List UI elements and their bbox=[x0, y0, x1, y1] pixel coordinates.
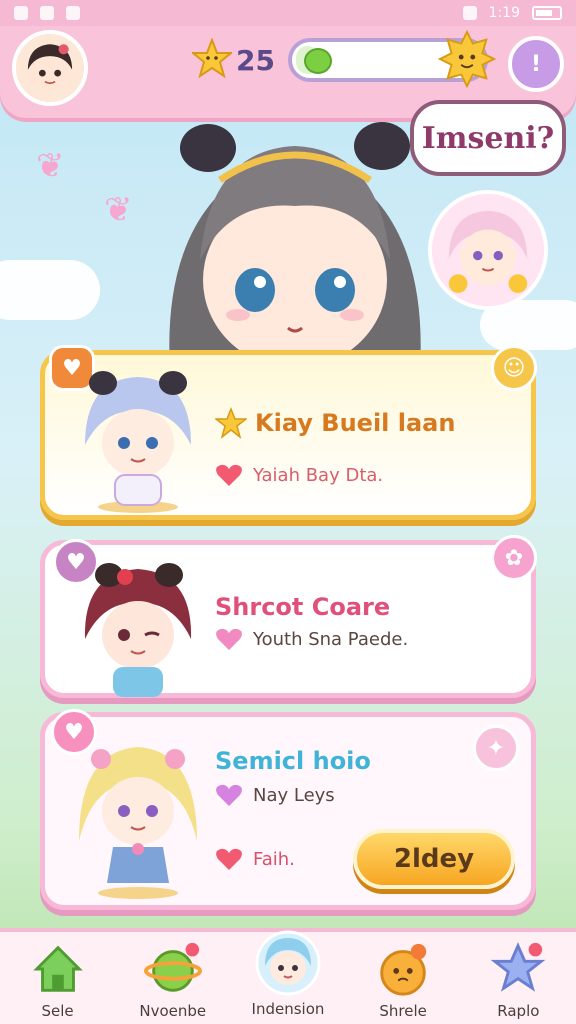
card-character bbox=[73, 731, 203, 901]
signal-icon bbox=[462, 6, 477, 20]
cloud-decoration bbox=[0, 260, 100, 320]
status-bar: 1:19 bbox=[0, 0, 576, 26]
status-right: 1:19 bbox=[462, 5, 562, 21]
nav-label: Nvoenbe bbox=[139, 1002, 207, 1020]
card-detail-text: Youth Sna Paede. bbox=[253, 628, 409, 650]
card-detail-text: Faih. bbox=[253, 848, 295, 870]
hero-character-illustration bbox=[169, 122, 421, 370]
smiley-badge-icon: ☺ bbox=[491, 345, 537, 391]
menu-button[interactable]: ! bbox=[508, 36, 564, 92]
mission-card-2[interactable]: ♥ ✿ Shrcot Coare Youth Sna Paede. bbox=[40, 535, 537, 698]
blonde-hair-character-icon bbox=[79, 747, 197, 899]
card-detail-row: Youth Sna Paede. bbox=[215, 627, 408, 651]
speech-bubble: Imseni? bbox=[410, 100, 566, 176]
status-left bbox=[14, 6, 80, 20]
silver-hair-character-icon bbox=[85, 371, 191, 513]
mission-card-1[interactable]: ♥ ☺ Kiay Bueil laan Yaiah Bay Dta. bbox=[40, 345, 537, 520]
butterfly-icon: ❦ bbox=[36, 146, 65, 186]
app-icon bbox=[66, 6, 80, 20]
star-count: 25 bbox=[236, 44, 275, 77]
nav-item-planet[interactable]: Nvoenbe bbox=[118, 940, 228, 1020]
star-icon bbox=[489, 940, 547, 998]
card-title: Semicl hoio bbox=[215, 747, 371, 775]
nav-item-star[interactable]: Raplo bbox=[463, 940, 573, 1020]
card-detail-row: Faih. bbox=[215, 847, 295, 871]
wifi-icon bbox=[40, 6, 54, 20]
mission-card-3[interactable]: ♥ ✦ Semicl hoio Nay Leys Faih. 2ldey bbox=[40, 709, 536, 910]
home-icon bbox=[29, 940, 87, 998]
sparkle-badge-icon: ✦ bbox=[473, 725, 519, 771]
nav-label: Indension bbox=[251, 1000, 325, 1018]
heart-icon bbox=[216, 848, 242, 870]
heart-icon bbox=[216, 784, 242, 806]
hero-character bbox=[150, 110, 440, 370]
star-currency-icon bbox=[192, 38, 232, 78]
card-title: Kiay Bueil laan bbox=[255, 409, 456, 437]
notification-icon bbox=[14, 6, 28, 20]
battery-icon bbox=[532, 6, 562, 20]
card-character bbox=[73, 553, 203, 703]
card-detail-row: Nay Leys bbox=[215, 783, 335, 807]
card-detail-text: Yaiah Bay Dta. bbox=[253, 464, 384, 486]
flower-icon bbox=[374, 940, 432, 998]
card-detail-row: Yaiah Bay Dta. bbox=[215, 463, 383, 487]
red-hair-character-icon bbox=[84, 563, 192, 697]
sun-mascot-icon[interactable] bbox=[438, 30, 496, 88]
card-title: Shrcot Coare bbox=[215, 593, 391, 621]
bubble-badge-icon: ✿ bbox=[491, 535, 537, 581]
nav-label: Raplo bbox=[497, 1002, 540, 1020]
card-character bbox=[73, 365, 203, 515]
avatar-icon bbox=[16, 34, 84, 102]
nav-label: Shrele bbox=[379, 1002, 427, 1020]
progress-knob bbox=[304, 48, 332, 74]
bottom-nav: Sele Nvoenbe Indension Shrele Raplo bbox=[0, 928, 576, 1024]
character-icon bbox=[255, 930, 321, 996]
side-character-sticker[interactable] bbox=[428, 190, 548, 310]
player-avatar[interactable] bbox=[12, 30, 88, 106]
status-time: 1:19 bbox=[488, 5, 520, 21]
card-detail-text: Nay Leys bbox=[253, 784, 335, 806]
nav-item-home[interactable]: Sele bbox=[3, 940, 113, 1020]
heart-icon bbox=[216, 464, 242, 486]
nav-item-character[interactable]: Indension bbox=[233, 930, 343, 1018]
heart-icon bbox=[216, 628, 242, 650]
day-button[interactable]: 2ldey bbox=[353, 829, 515, 889]
planet-icon bbox=[143, 940, 202, 998]
nav-item-flower[interactable]: Shrele bbox=[348, 940, 458, 1020]
title-star-icon bbox=[215, 407, 247, 439]
butterfly-icon: ❦ bbox=[104, 190, 133, 230]
nav-label: Sele bbox=[41, 1002, 74, 1020]
blonde-character-icon bbox=[432, 194, 544, 306]
